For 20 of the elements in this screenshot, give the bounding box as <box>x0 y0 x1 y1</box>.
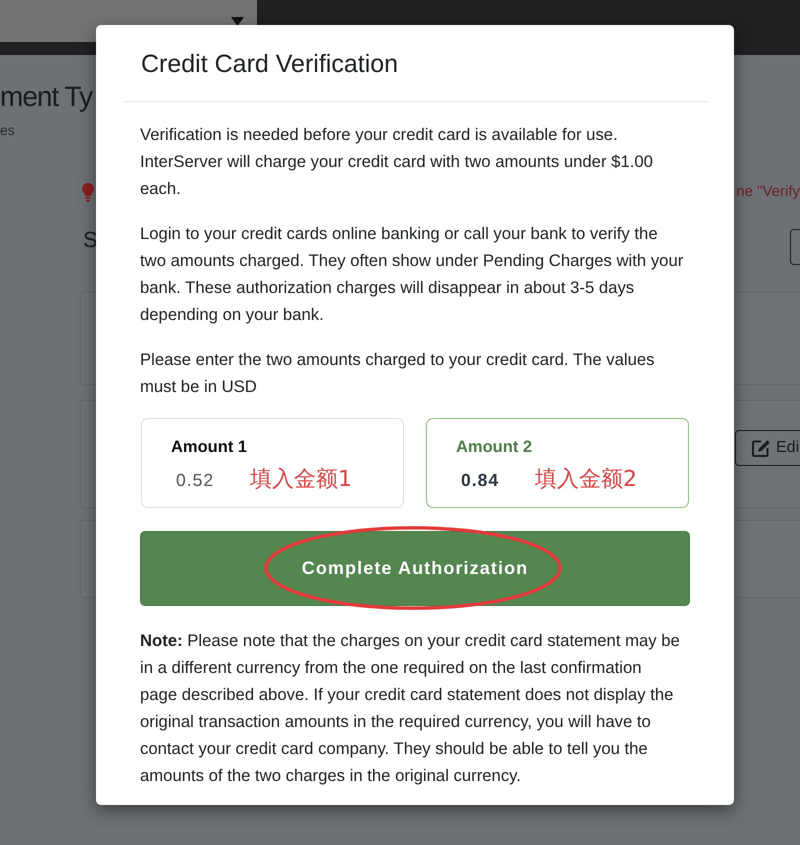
section-heading: S <box>83 226 98 254</box>
amount-label: Amount 1 <box>171 437 248 457</box>
amount-field[interactable]: 0.84 <box>456 467 533 493</box>
notice-text: ne "Verify <box>736 182 800 202</box>
instruction-text: Please enter the two amounts charged to your credit card. The values must be in USD <box>140 349 656 398</box>
instruction-text: Login to your credit cards online banking or call your bank to verify the two amounts charged. They often show under Pending Charges with your bank. These authorization charges will disappear in about 3-5 days depending on your bank. <box>140 223 684 326</box>
note-text: Note: Please note that the charges on your credit card statement may be in a different currency from the one required on the last confirmation page described above. If your credit card statement does not display the original transaction amounts in the required currency, you will have to contact your credit card company. They should be able to tell you the amounts of the two charges in the original currency. <box>140 630 681 787</box>
lightbulb-icon <box>82 182 94 202</box>
annotation-text: 填入金额1 <box>250 467 352 493</box>
submit-button[interactable]: Complete Authorization <box>140 531 690 606</box>
amount-field[interactable]: 0.52 <box>171 467 248 493</box>
amount-label: Amount 2 <box>456 437 532 457</box>
edit-button[interactable]: Edi <box>735 430 800 466</box>
page-subtitle: es <box>0 121 15 140</box>
instruction-text: Verification is needed before your credit card is available for use. InterServer will charge your credit card with two amounts under $1.00 each. <box>140 124 654 200</box>
modal-title: Credit Card Verification <box>141 49 398 79</box>
outlined-button[interactable] <box>790 229 800 265</box>
edit-icon <box>752 439 771 457</box>
annotation-text: 填入金额2 <box>535 467 637 493</box>
page-heading: ment Ty <box>0 80 92 114</box>
